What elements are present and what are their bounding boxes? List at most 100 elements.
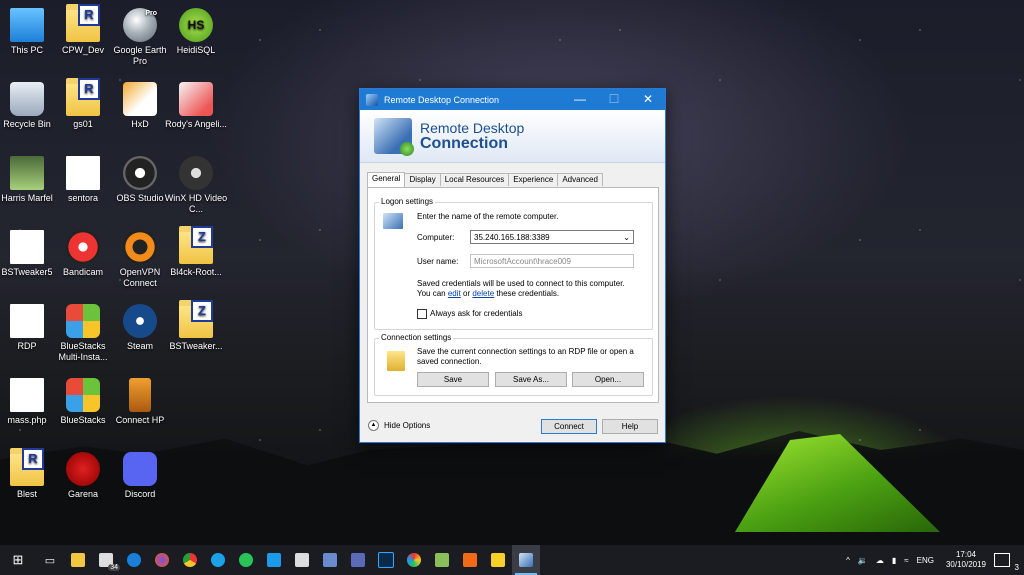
- rdp-app-icon: [366, 93, 378, 106]
- taskbar-color-app[interactable]: [400, 545, 428, 575]
- desktop-icon-label: Discord: [124, 489, 156, 499]
- taskbar-whatsapp[interactable]: [232, 545, 260, 575]
- desktop-icon-label: Rody's Angeli...: [165, 119, 227, 129]
- logon-settings-group: Logon settings Enter the name of the rem…: [374, 197, 653, 330]
- connect-button[interactable]: Connect: [541, 419, 597, 434]
- credentials-actions-line: You can edit or delete these credentials…: [417, 289, 560, 298]
- film-reel-icon: [179, 156, 213, 190]
- taskbar-mail[interactable]: 34: [92, 545, 120, 575]
- tab-experience[interactable]: Experience: [508, 173, 559, 186]
- desktop-icon-discord[interactable]: Discord: [106, 452, 174, 500]
- desktop-icon-connect-hp[interactable]: Connect HP: [106, 378, 174, 426]
- system-tray: ^ 🔉 ☁ ▮ ≈ ENG 17:04 30/10/2019 3: [842, 545, 1024, 575]
- computer-icon: [10, 8, 44, 42]
- desktop-icon-rodys[interactable]: Rody's Angeli...: [162, 82, 230, 130]
- taskbar-remote-desktop[interactable]: [512, 545, 540, 575]
- username-field[interactable]: MicrosoftAccount\hrace009: [470, 254, 634, 268]
- start-button[interactable]: ⊞: [0, 545, 36, 575]
- banner-title: Remote Desktop Connection: [420, 120, 524, 152]
- banner-line1: Remote Desktop: [420, 120, 525, 136]
- battery-icon[interactable]: ▮: [892, 556, 896, 565]
- minimize-button[interactable]: —: [563, 89, 597, 110]
- windows-logo-icon: ⊞: [12, 552, 24, 567]
- volume-icon[interactable]: 🔉: [858, 556, 868, 565]
- delete-credentials-link[interactable]: delete: [472, 289, 494, 298]
- tray-overflow-icon[interactable]: ^: [846, 556, 850, 565]
- computer-label: Computer:: [417, 233, 455, 242]
- color-wheel-icon: [407, 553, 421, 567]
- remote-desktop-icon: [519, 553, 533, 567]
- tab-local-resources[interactable]: Local Resources: [439, 173, 510, 186]
- folder-icon: [387, 351, 405, 371]
- clock[interactable]: 17:04 30/10/2019: [946, 550, 986, 570]
- computer-value: 35.240.165.188:3389: [474, 233, 550, 242]
- php-file-icon: [10, 378, 44, 412]
- taskbar-store[interactable]: [288, 545, 316, 575]
- desktop-icon-label: WinX HD Video C...: [164, 193, 228, 214]
- taskbar-edge[interactable]: [120, 545, 148, 575]
- always-ask-checkbox[interactable]: [417, 309, 427, 319]
- connection-settings-group: Connection settings Save the current con…: [374, 333, 653, 396]
- task-view-button[interactable]: ▭: [36, 545, 64, 575]
- general-tab-panel: Logon settings Enter the name of the rem…: [367, 187, 659, 403]
- user-folder-icon: [10, 156, 44, 190]
- taskbar-skype[interactable]: [204, 545, 232, 575]
- taskbar-sticky[interactable]: [484, 545, 512, 575]
- desktop-icon-bl4ck-root[interactable]: Z Bl4ck-Root...: [162, 226, 230, 278]
- taskbar-notepad[interactable]: [428, 545, 456, 575]
- language-indicator[interactable]: ENG: [917, 556, 934, 565]
- task-view-icon: ▭: [44, 554, 56, 567]
- taskbar-file-explorer[interactable]: [64, 545, 92, 575]
- cloud-icon[interactable]: ☁: [876, 556, 884, 565]
- app-square-icon: [267, 553, 281, 567]
- open-button[interactable]: Open...: [572, 372, 644, 387]
- discord-icon: [123, 452, 157, 486]
- title-bar[interactable]: Remote Desktop Connection — ☐ ✕: [360, 89, 665, 110]
- desktop-icon-label: Connect HP: [115, 415, 165, 425]
- network-computers-icon: [323, 553, 337, 567]
- gear-file-icon: [66, 156, 100, 190]
- computer-icon: [383, 213, 403, 229]
- computer-combobox[interactable]: 35.240.165.188:3389 ⌄: [470, 230, 634, 244]
- phone-icon: [129, 378, 151, 412]
- pen-document-icon: [179, 82, 213, 116]
- folder-icon: Z: [179, 226, 213, 264]
- tab-advanced[interactable]: Advanced: [557, 173, 603, 186]
- taskbar-xampp[interactable]: [456, 545, 484, 575]
- chrome-icon: [183, 553, 197, 567]
- chevron-down-icon[interactable]: ⌄: [623, 231, 630, 245]
- taskbar-remote-app[interactable]: [344, 545, 372, 575]
- edge-icon: [127, 553, 141, 567]
- taskbar-network-app[interactable]: [316, 545, 344, 575]
- sticky-note-icon: [491, 553, 505, 567]
- notifications-icon[interactable]: 3: [994, 553, 1019, 572]
- taskbar-firefox[interactable]: [148, 545, 176, 575]
- taskbar-photoshop[interactable]: [372, 545, 400, 575]
- taskbar-app-square[interactable]: [260, 545, 288, 575]
- save-button[interactable]: Save: [417, 372, 489, 387]
- help-button[interactable]: Help: [602, 419, 658, 434]
- close-button[interactable]: ✕: [631, 89, 665, 110]
- steam-icon: [123, 304, 157, 338]
- header-banner: Remote Desktop Connection: [360, 110, 665, 163]
- folder-icon: [71, 553, 85, 567]
- maximize-button[interactable]: ☐: [597, 89, 631, 110]
- hide-options-label: Hide Options: [384, 421, 431, 430]
- taskbar-chrome[interactable]: [176, 545, 204, 575]
- desktop-icon-label: HeidiSQL: [176, 45, 216, 55]
- desktop-icon-bstweaker[interactable]: Z BSTweaker...: [162, 300, 230, 352]
- hide-options-toggle[interactable]: ▲ Hide Options: [368, 420, 430, 431]
- bluestacks-icon: [66, 378, 100, 412]
- folder-icon: R: [10, 448, 44, 486]
- save-as-button[interactable]: Save As...: [495, 372, 567, 387]
- tab-display[interactable]: Display: [404, 173, 441, 186]
- mail-badge: 34: [108, 564, 120, 571]
- edit-credentials-link[interactable]: edit: [448, 289, 461, 298]
- wifi-icon[interactable]: ≈: [904, 556, 908, 565]
- desktop-icon-winx-hd[interactable]: WinX HD Video C...: [162, 156, 230, 215]
- photoshop-icon: [378, 552, 394, 568]
- openvpn-icon: [123, 230, 157, 264]
- tab-general[interactable]: General: [367, 172, 406, 188]
- desktop-icon-heidisql[interactable]: HS HeidiSQL: [162, 8, 230, 56]
- zip-file-icon: [10, 230, 44, 264]
